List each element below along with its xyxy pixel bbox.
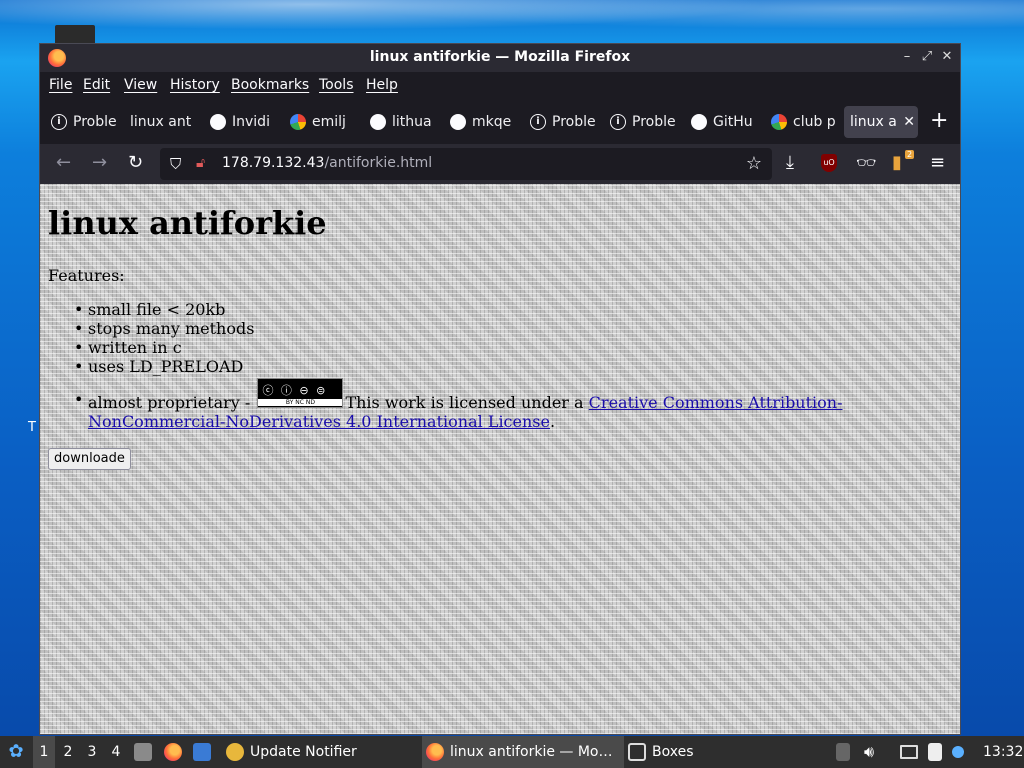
github-icon (370, 114, 386, 130)
tab-8[interactable]: i Proble (610, 106, 680, 138)
invidious-icon (210, 114, 226, 130)
title-bar[interactable]: linux antiforkie — Mozilla Firefox – ⤢ ✕ (40, 44, 960, 72)
firefox-launcher-icon[interactable] (164, 736, 188, 768)
menu-bar: File Edit View History Bookmarks Tools H… (40, 72, 960, 100)
tab-close-icon[interactable]: ✕ (903, 114, 915, 130)
workspace-4[interactable]: 4 (105, 736, 127, 768)
task-boxes[interactable]: Boxes (624, 736, 698, 768)
tray-up-icon[interactable] (836, 736, 856, 768)
workspace-2[interactable]: 2 (57, 736, 79, 768)
ublock-origin-icon[interactable]: uO (821, 154, 837, 172)
list-item: stops many methods (74, 319, 254, 338)
firefox-icon (426, 743, 444, 761)
page-title: linux antiforkie (48, 204, 327, 242)
features-list: small file < 20kb stops many methods wri… (74, 300, 254, 376)
desktop-wallpaper (0, 0, 1024, 44)
maximize-button[interactable]: ⤢ (918, 48, 936, 66)
tab-4[interactable]: emilj (290, 106, 360, 138)
reload-button[interactable]: ↻ (128, 153, 143, 173)
tab-bar: i Proble linux ant Invidi emilj lithua mk… (40, 100, 960, 144)
workspace-1[interactable]: 1 (33, 736, 55, 768)
insecure-lock-icon[interactable]: 🔓︎ (196, 155, 205, 171)
info-icon: i (610, 114, 626, 130)
window-title: linux antiforkie — Mozilla Firefox (369, 49, 631, 65)
desktop-stray-text: T (28, 420, 36, 435)
tab-9[interactable]: GitHu (691, 106, 761, 138)
close-button[interactable]: ✕ (938, 48, 956, 66)
file-manager-icon[interactable] (134, 736, 158, 768)
tab-active[interactable]: linux a ✕ (844, 106, 918, 138)
clipboard-icon[interactable] (928, 736, 948, 768)
info-icon: i (51, 114, 67, 130)
download-button[interactable]: downloade (48, 448, 131, 470)
url-text[interactable]: 178.79.132.43/antiforkie.html (222, 155, 432, 171)
page-content: linux antiforkie Features: small file < … (40, 184, 960, 734)
license-text: This work is licensed under a (345, 393, 584, 412)
shield-icon[interactable]: ⛉ (170, 155, 181, 173)
list-item: uses LD_PRELOAD (74, 357, 254, 376)
tab-10[interactable]: club p (771, 106, 841, 138)
navigation-toolbar: ← → ↻ ⛉ 🔓︎ 178.79.132.43/antiforkie.html… (40, 144, 960, 184)
update-notifier-icon (226, 743, 244, 761)
volume-icon[interactable]: 🔊︎ (864, 736, 874, 768)
boxes-icon (628, 743, 646, 761)
taskbar: ✿ 1 2 3 4 Update Notifier linux antifork… (0, 736, 1024, 768)
url-bar[interactable]: ⛉ 🔓︎ 178.79.132.43/antiforkie.html ☆ (160, 148, 772, 180)
menu-view[interactable]: View (124, 77, 157, 93)
tab-6[interactable]: mkqe (450, 106, 520, 138)
desktop-icon[interactable] (193, 736, 217, 768)
extension-badge: 2 (905, 150, 915, 159)
clock[interactable]: 13:32 (983, 736, 1023, 768)
cc-badge-label: BY NC ND (258, 399, 343, 406)
license-prefix: almost proprietary - (88, 393, 251, 412)
task-firefox[interactable]: linux antiforkie — Mo… (422, 736, 624, 768)
notification-icon[interactable] (952, 736, 970, 768)
menu-edit[interactable]: Edit (83, 77, 110, 93)
tab-1[interactable]: i Proble (51, 106, 121, 138)
license-item: • almost proprietary - ⓒ ⓘ ⊖ ⊜ BY NC ND … (74, 378, 868, 431)
extension-bag-icon[interactable]: ▮ (892, 153, 902, 173)
menu-bookmarks[interactable]: Bookmarks (231, 77, 309, 93)
menu-tools[interactable]: Tools (319, 77, 354, 93)
task-update-notifier[interactable]: Update Notifier (222, 736, 361, 768)
cc-license-badge[interactable]: ⓒ ⓘ ⊖ ⊜ BY NC ND (257, 378, 344, 408)
menu-file[interactable]: File (49, 77, 72, 93)
tab-3[interactable]: Invidi (210, 106, 280, 138)
list-item: small file < 20kb (74, 300, 254, 319)
tab-2[interactable]: linux ant (130, 106, 200, 138)
google-icon (290, 114, 306, 130)
desktop-panel-tab (55, 25, 95, 43)
bookmark-star-icon[interactable]: ☆ (746, 153, 762, 174)
features-label: Features: (48, 266, 125, 285)
hamburger-menu-icon[interactable]: ≡ (930, 153, 945, 173)
minimize-button[interactable]: – (898, 48, 916, 66)
tab-5[interactable]: lithua (370, 106, 440, 138)
menu-history[interactable]: History (170, 77, 220, 93)
forward-button[interactable]: → (92, 153, 107, 173)
list-item: written in c (74, 338, 254, 357)
github-icon (450, 114, 466, 130)
cc-badge-symbols: ⓒ ⓘ ⊖ ⊜ (262, 384, 328, 397)
tab-7[interactable]: i Proble (530, 106, 600, 138)
back-button[interactable]: ← (56, 153, 71, 173)
firefox-window: linux antiforkie — Mozilla Firefox – ⤢ ✕… (39, 43, 961, 735)
workspace-3[interactable]: 3 (81, 736, 103, 768)
github-icon (691, 114, 707, 130)
app-menu-icon[interactable]: ✿ (4, 736, 28, 768)
info-icon: i (530, 114, 546, 130)
google-icon (771, 114, 787, 130)
download-icon[interactable]: ⤓ (786, 153, 794, 173)
menu-help[interactable]: Help (366, 77, 398, 93)
network-icon[interactable] (900, 736, 924, 768)
new-tab-button[interactable]: + (930, 110, 948, 132)
extension-glasses-icon[interactable]: 👓︎ (856, 153, 876, 173)
